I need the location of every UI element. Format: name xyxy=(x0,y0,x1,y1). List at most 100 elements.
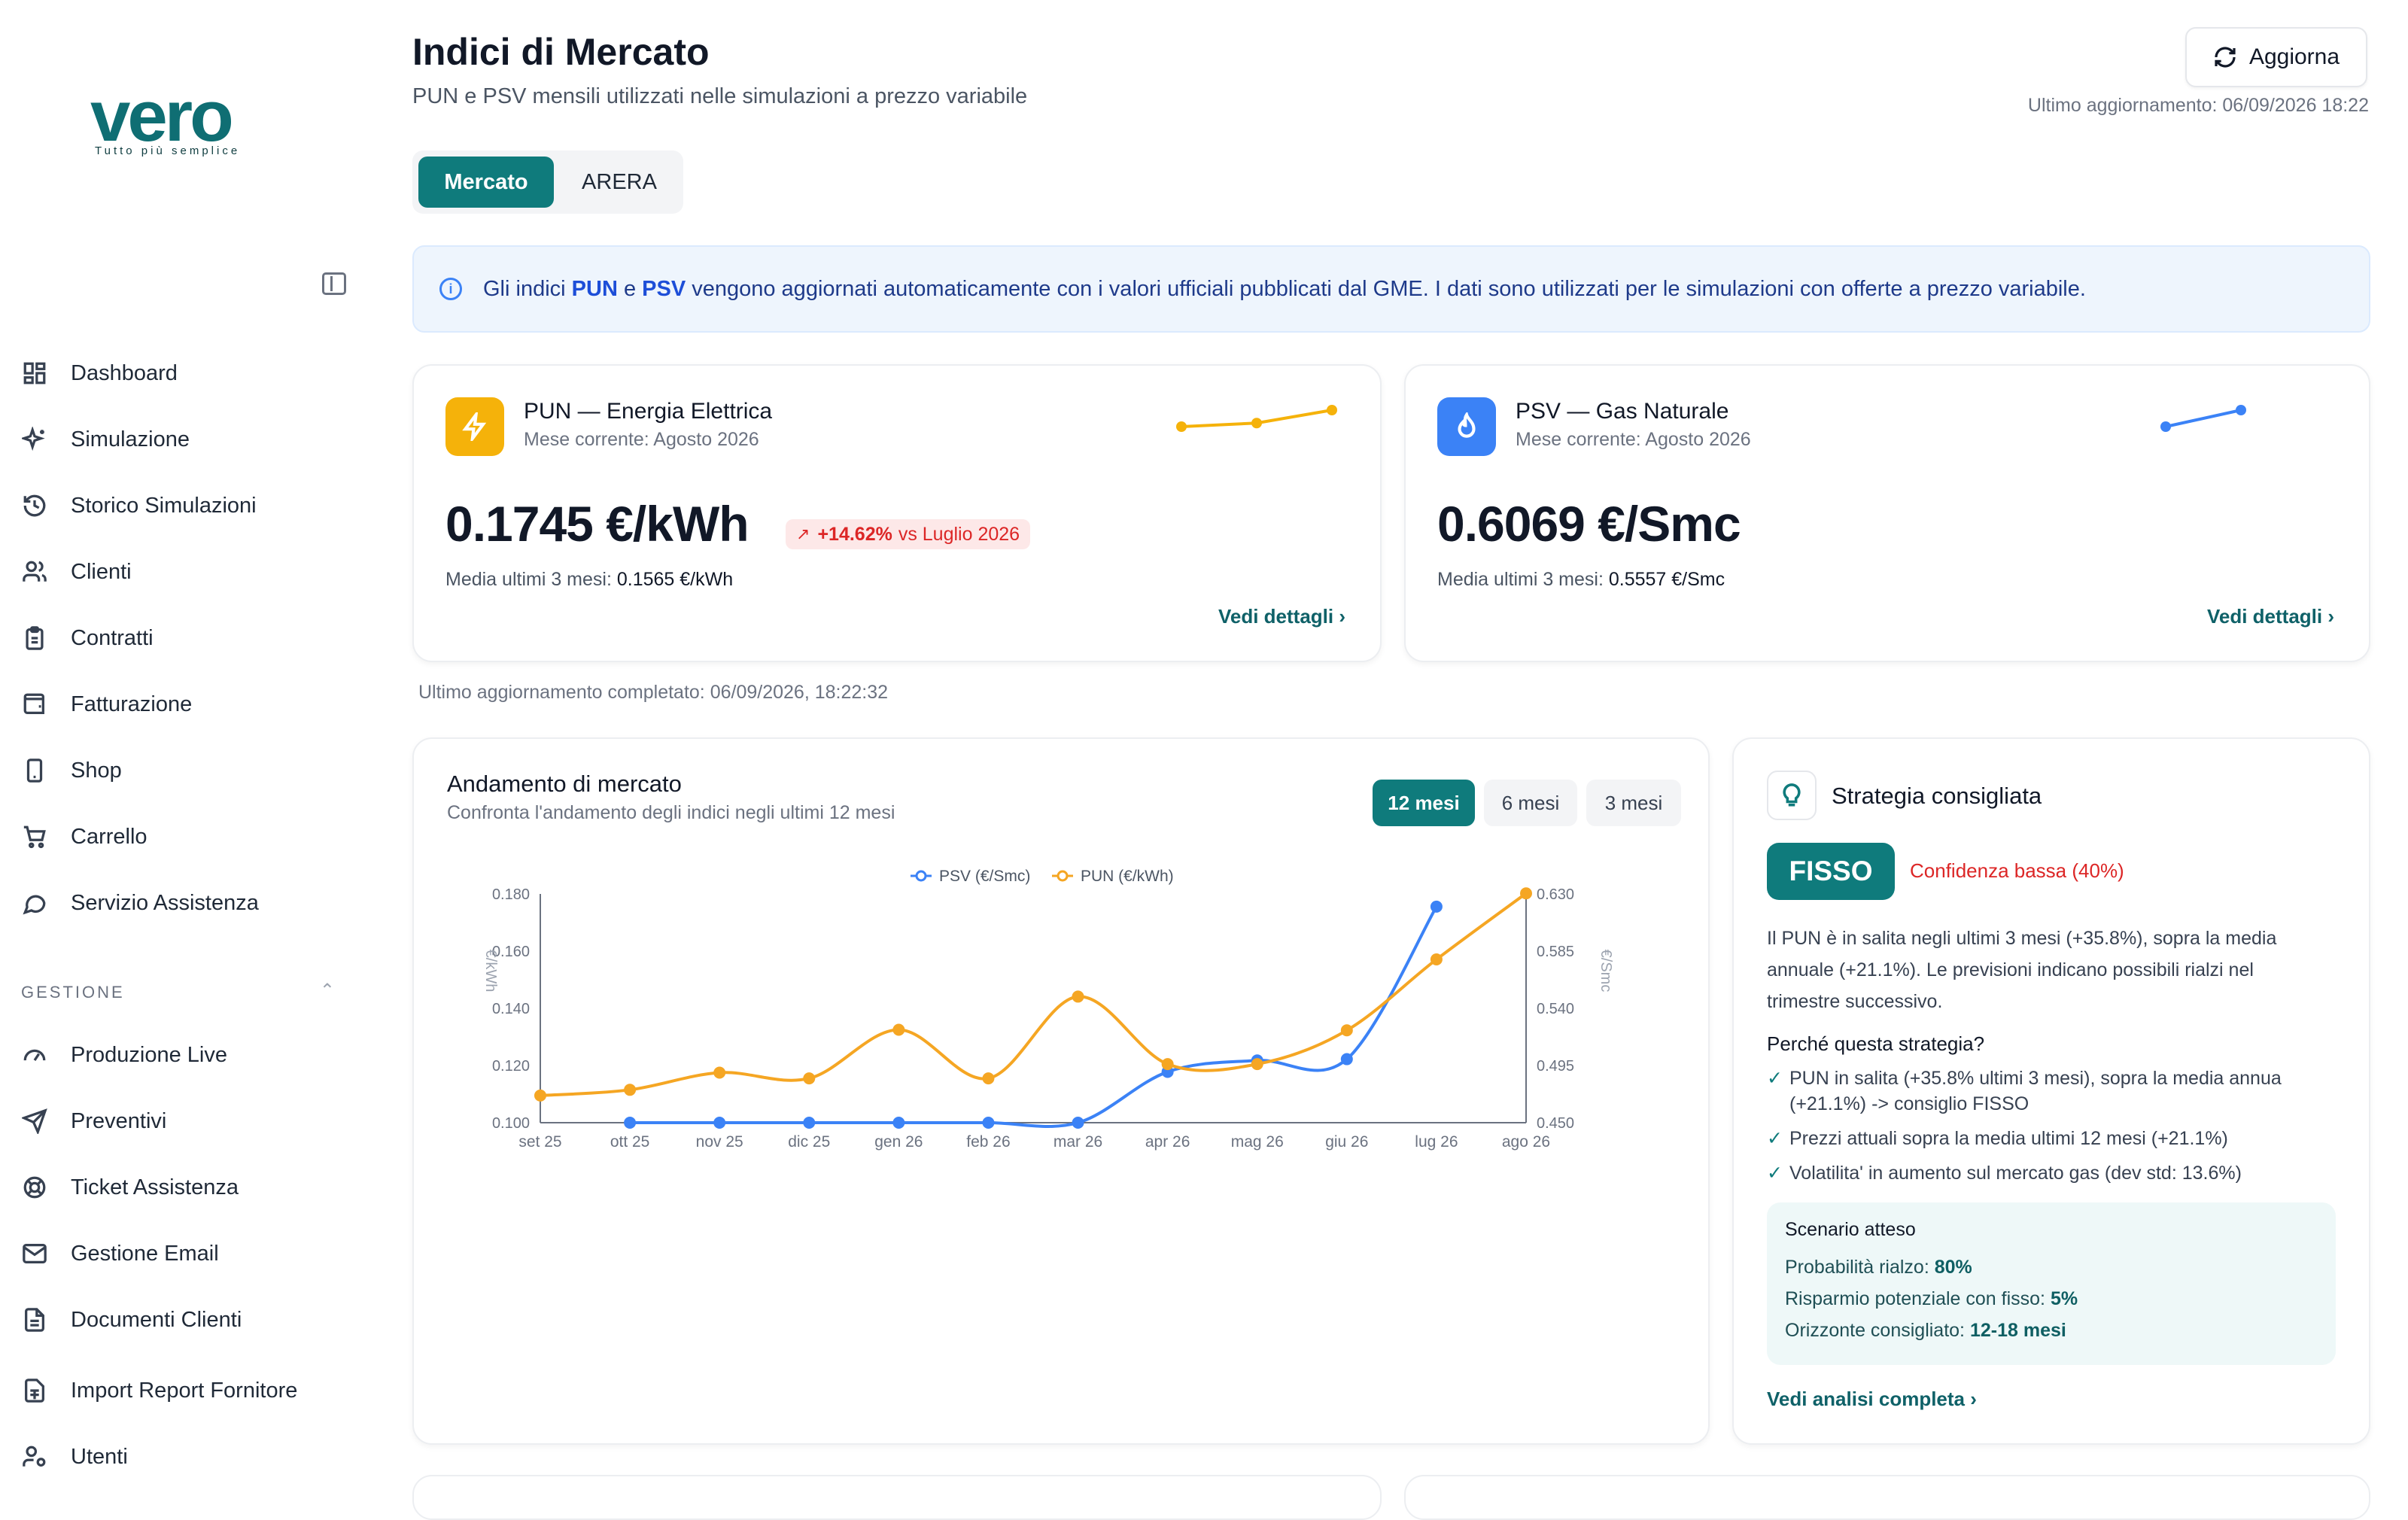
chevron-up-icon[interactable]: ⌃ xyxy=(320,980,337,1002)
sidebar-item-produzione-live[interactable]: Produzione Live xyxy=(21,1032,227,1078)
y-tick-right: 0.585 xyxy=(1537,944,1574,960)
collapse-sidebar-icon[interactable] xyxy=(322,272,346,295)
range-3-months-button[interactable]: 3 mesi xyxy=(1586,780,1681,826)
refresh-icon xyxy=(2215,47,2236,68)
brand-logo[interactable]: vero Tutto più semplice xyxy=(90,75,271,158)
sidebar-item-preventivi[interactable]: Preventivi xyxy=(21,1099,166,1144)
pun-avg-label: Media ultimi 3 mesi: xyxy=(445,569,617,590)
psv-details-link[interactable]: Vedi dettagli › xyxy=(2207,605,2334,628)
sidebar-item-label: Utenti xyxy=(71,1444,128,1469)
x-tick: gen 26 xyxy=(874,1133,923,1151)
section-gestione[interactable]: GESTIONE ⌃ xyxy=(21,980,337,1002)
mail-icon xyxy=(21,1240,48,1267)
sidebar-item-ticket[interactable]: Ticket Assistenza xyxy=(21,1165,239,1210)
sidebar-item-documenti[interactable]: Documenti Clienti xyxy=(21,1297,242,1342)
lightbulb-icon xyxy=(1767,771,1817,820)
sidebar-item-clienti[interactable]: Clienti xyxy=(21,549,132,594)
sparkline-line xyxy=(2165,409,2242,428)
strategy-title: Strategia consigliata xyxy=(1832,783,2042,809)
sidebar-item-carrello[interactable]: Carrello xyxy=(21,814,147,859)
data-point xyxy=(1161,1058,1174,1071)
sidebar-item-label: Clienti xyxy=(71,559,132,584)
section-label: GESTIONE xyxy=(21,983,125,1002)
psv-avg-value: 0.5557 €/Smc xyxy=(1608,569,1725,590)
psv-sparkline xyxy=(2160,405,2246,432)
scenario-row: Orizzonte consigliato: 12-18 mesi xyxy=(1785,1315,2318,1346)
series-line xyxy=(540,892,1528,1097)
sidebar-item-label: Ticket Assistenza xyxy=(71,1175,239,1199)
scenario-row: Probabilità rialzo: 80% xyxy=(1785,1251,2318,1283)
x-tick: apr 26 xyxy=(1145,1133,1190,1151)
sidebar-item-import-report[interactable]: Import Report Fornitore xyxy=(21,1368,297,1413)
sidebar-item-assistenza[interactable]: Servizio Assistenza xyxy=(21,880,259,926)
last-update: Ultimo aggiornamento: 06/09/2026 18:22 xyxy=(2027,95,2369,116)
sidebar-item-shop[interactable]: Shop xyxy=(21,748,122,793)
pun-change: +14.62% xyxy=(817,523,892,545)
sparkline-point xyxy=(2160,421,2171,432)
strategy-confidence: Confidenza bassa (40%) xyxy=(1910,859,2124,882)
pun-average: Media ultimi 3 mesi: 0.1565 €/kWh xyxy=(445,569,733,591)
sidebar-item-label: Servizio Assistenza xyxy=(71,890,259,915)
chart-subtitle: Confronta l'andamento degli indici negli… xyxy=(447,802,895,823)
pun-value: 0.1745 €/kWh xyxy=(445,496,749,552)
data-point xyxy=(892,1023,905,1036)
legend-marker xyxy=(915,870,927,882)
pun-month: Mese corrente: Agosto 2026 xyxy=(524,429,759,450)
full-analysis-link[interactable]: Vedi analisi completa › xyxy=(1767,1388,1977,1411)
sidebar-item-simulazione[interactable]: Simulazione xyxy=(21,417,190,462)
sidebar-item-label: Carrello xyxy=(71,824,147,849)
x-tick: ago 26 xyxy=(1502,1133,1550,1151)
y-tick-right: 0.540 xyxy=(1537,1001,1574,1017)
info-psv: PSV xyxy=(642,276,686,301)
sidebar-item-label: Shop xyxy=(71,758,122,783)
scenario-label: Probabilità rialzo: xyxy=(1785,1257,1935,1278)
reason-item: PUN in salita (+35.8% ultimi 3 mesi), so… xyxy=(1767,1066,2316,1117)
tab-arera[interactable]: ARERA xyxy=(563,157,676,208)
pun-avg-value: 0.1565 €/kWh xyxy=(616,569,734,590)
data-point xyxy=(1430,900,1443,913)
market-trend-card: Andamento di mercato Confronta l'andamen… xyxy=(412,737,1710,1445)
pun-details-link[interactable]: Vedi dettagli › xyxy=(1218,605,1345,628)
reason-item: Volatilita' in aumento sul mercato gas (… xyxy=(1767,1160,2316,1186)
sidebar-item-dashboard[interactable]: Dashboard xyxy=(21,351,178,396)
range-12-months-button[interactable]: 12 mesi xyxy=(1373,780,1475,826)
data-point xyxy=(713,1066,726,1079)
sparkline-point xyxy=(1327,405,1337,415)
lifebuoy-icon xyxy=(21,1174,48,1201)
clipboard-icon xyxy=(21,625,48,652)
strategy-card: Strategia consigliata FISSO Confidenza b… xyxy=(1732,737,2370,1445)
pun-card: PUN — Energia Elettrica Mese corrente: A… xyxy=(412,364,1382,662)
data-point xyxy=(803,1072,816,1085)
sidebar-item-utenti[interactable]: Utenti xyxy=(21,1434,128,1479)
x-tick: mag 26 xyxy=(1231,1133,1284,1151)
refresh-button[interactable]: Aggiorna xyxy=(2185,27,2367,87)
document-icon xyxy=(21,1306,48,1333)
pun-change-badge: ↗ +14.62% vs Luglio 2026 xyxy=(786,519,1031,549)
gauge-icon xyxy=(21,1041,48,1069)
market-line-chart: 0.1000.1200.1400.1600.1800.4500.4950.540… xyxy=(482,868,1614,1151)
psv-card: PSV — Gas Naturale Mese corrente: Agosto… xyxy=(1404,364,2370,662)
legend-label: PSV (€/Smc) xyxy=(939,868,1030,885)
scenario-value: 5% xyxy=(2050,1288,2078,1309)
tab-bar: Mercato ARERA xyxy=(412,150,683,214)
sidebar-item-fatturazione[interactable]: Fatturazione xyxy=(21,682,192,727)
tab-mercato[interactable]: Mercato xyxy=(418,157,554,208)
x-tick: set 25 xyxy=(518,1133,561,1151)
sidebar-item-label: Fatturazione xyxy=(71,692,193,716)
sidebar-item-gestione-email[interactable]: Gestione Email xyxy=(21,1231,219,1276)
sparkles-icon xyxy=(21,426,48,453)
sidebar-item-label: Storico Simulazioni xyxy=(71,493,257,518)
sidebar-item-storico[interactable]: Storico Simulazioni xyxy=(21,483,257,528)
data-point xyxy=(1072,1117,1084,1129)
range-6-months-button[interactable]: 6 mesi xyxy=(1484,780,1577,826)
sidebar-item-label: Dashboard xyxy=(71,360,178,385)
y-tick-right: 0.495 xyxy=(1537,1058,1574,1075)
x-tick: ott 25 xyxy=(610,1133,650,1151)
sidebar-item-label: Import Report Fornitore xyxy=(71,1378,298,1403)
data-point xyxy=(713,1117,726,1129)
info-text-part: Gli indici xyxy=(483,276,572,301)
scenario-label: Orizzonte consigliato: xyxy=(1785,1320,1970,1341)
reason-item: Prezzi attuali sopra la media ultimi 12 … xyxy=(1767,1126,2316,1151)
main-content: Indici di Mercato PUN e PSV mensili util… xyxy=(373,0,2408,1520)
sidebar-item-contratti[interactable]: Contratti xyxy=(21,616,154,661)
